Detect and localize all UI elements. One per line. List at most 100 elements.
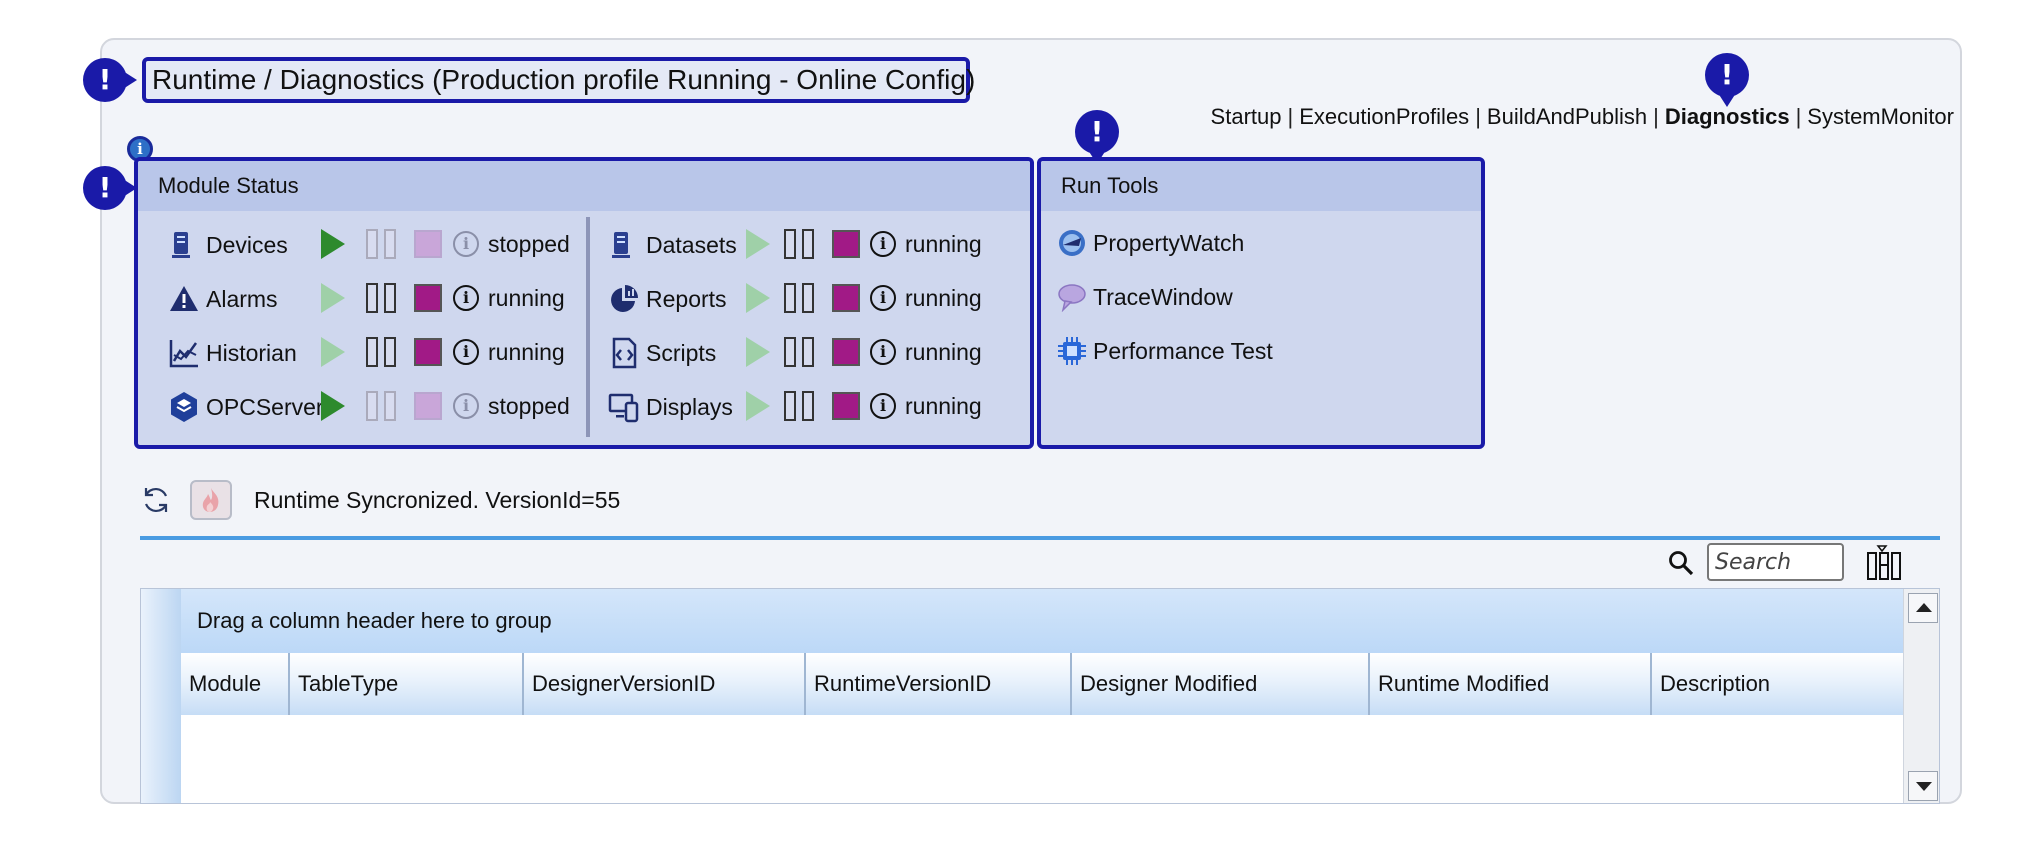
nav-item-startup[interactable]: Startup	[1211, 104, 1282, 130]
page-title: Runtime / Diagnostics (Production profil…	[142, 57, 975, 103]
module-name: Alarms	[206, 285, 278, 312]
column-header-runtime-modified[interactable]: Runtime Modified	[1370, 653, 1652, 715]
play-button[interactable]	[321, 337, 345, 367]
run-tool-label: Performance Test	[1093, 337, 1273, 364]
breadcrumb-nav: Startup | ExecutionProfiles | BuildAndPubl…	[1200, 102, 1954, 132]
nav-item-systemmonitor[interactable]: SystemMonitor	[1807, 104, 1954, 130]
module-row-datasets: Datasets i running	[608, 225, 1028, 265]
grid-row-indicator-strip	[141, 589, 181, 803]
module-state: stopped	[488, 393, 570, 419]
nav-item-diagnostics[interactable]: Diagnostics	[1665, 104, 1790, 130]
module-row-historian: Historian i running	[168, 333, 588, 373]
play-button[interactable]	[746, 391, 770, 421]
scroll-up-button[interactable]	[1908, 593, 1938, 623]
pause-button[interactable]	[784, 229, 814, 259]
info-icon[interactable]: i	[870, 339, 896, 365]
info-icon[interactable]: i	[453, 339, 479, 365]
search-icon[interactable]	[1667, 549, 1695, 577]
sync-status-row: Runtime Syncronized. VersionId=55	[140, 478, 620, 522]
column-header-runtimeversionid[interactable]: RuntimeVersionID	[806, 653, 1072, 715]
module-status-header: Module Status	[138, 161, 1030, 211]
module-state: running	[905, 285, 982, 311]
nav-separator: |	[1653, 104, 1659, 129]
module-row-opcserver: OPCServer i stopped	[168, 387, 588, 427]
module-row-reports: Reports i running	[608, 279, 1028, 319]
reports-pie-icon	[611, 285, 638, 312]
column-header-designerversionid[interactable]: DesignerVersionID	[524, 653, 806, 715]
play-button[interactable]	[321, 229, 345, 259]
column-header-tabletype[interactable]: TableType	[290, 653, 524, 715]
nav-item-buildandpublish[interactable]: BuildAndPublish	[1487, 104, 1647, 130]
info-icon[interactable]: i	[453, 393, 479, 419]
info-icon[interactable]: i	[870, 231, 896, 257]
stop-button[interactable]	[832, 338, 860, 366]
module-name: Displays	[646, 393, 733, 420]
module-state: stopped	[488, 231, 570, 257]
run-tool-tracewindow[interactable]: TraceWindow	[1057, 279, 1233, 315]
module-name: Scripts	[646, 339, 717, 366]
stop-button[interactable]	[414, 338, 442, 366]
module-status-panel: Module Status Devices i stopped Alarms i…	[134, 157, 1034, 449]
module-row-alarms: Alarms i running	[168, 279, 588, 319]
callout-run-tools-icon: !	[1075, 110, 1119, 164]
performance-chip-icon	[1058, 337, 1086, 365]
run-tool-performance-test[interactable]: Performance Test	[1057, 333, 1273, 369]
pause-button[interactable]	[784, 337, 814, 367]
module-name: Reports	[646, 285, 727, 312]
module-name: OPCServer	[206, 393, 324, 420]
nav-item-executionprofiles[interactable]: ExecutionProfiles	[1299, 104, 1469, 130]
play-button[interactable]	[746, 229, 770, 259]
play-button[interactable]	[321, 283, 345, 313]
stop-button[interactable]	[832, 284, 860, 312]
hot-reload-button[interactable]	[190, 480, 232, 520]
pause-button[interactable]	[784, 391, 814, 421]
run-tools-header: Run Tools	[1041, 161, 1481, 211]
pause-button[interactable]	[784, 283, 814, 313]
nav-separator: |	[1287, 104, 1294, 129]
search-input[interactable]	[1707, 543, 1844, 581]
grid-header-row: Module TableType DesignerVersionID Runti…	[181, 653, 1903, 715]
stop-button[interactable]	[832, 392, 860, 420]
play-button[interactable]	[746, 283, 770, 313]
alarm-warning-icon	[170, 286, 198, 311]
column-header-designer-modified[interactable]: Designer Modified	[1072, 653, 1370, 715]
module-name: Datasets	[646, 231, 737, 258]
refresh-icon[interactable]	[140, 484, 172, 516]
section-divider	[140, 536, 1940, 540]
run-tool-propertywatch[interactable]: PropertyWatch	[1057, 225, 1244, 261]
module-state: running	[905, 231, 982, 257]
column-chooser-icon[interactable]	[1866, 545, 1902, 581]
historian-chart-icon	[169, 340, 198, 368]
stop-button[interactable]	[414, 392, 442, 420]
vertical-scrollbar[interactable]	[1903, 589, 1939, 803]
play-button[interactable]	[746, 337, 770, 367]
column-header-module[interactable]: Module	[181, 653, 290, 715]
module-row-displays: Displays i running	[608, 387, 1028, 427]
info-icon[interactable]: i	[870, 393, 896, 419]
opc-server-icon	[171, 392, 197, 422]
info-icon[interactable]: i	[453, 231, 479, 257]
module-state: running	[905, 339, 982, 365]
devices-icon	[172, 232, 190, 258]
pause-button[interactable]	[366, 229, 396, 259]
run-tool-label: PropertyWatch	[1093, 229, 1245, 256]
info-icon[interactable]: i	[870, 285, 896, 311]
stop-button[interactable]	[832, 230, 860, 258]
callout-title-icon: !	[83, 58, 137, 102]
column-header-description[interactable]: Description	[1652, 653, 1903, 715]
displays-devices-icon	[608, 393, 639, 423]
callout-nav-icon: !	[1705, 53, 1749, 107]
sync-status-text: Runtime Syncronized. VersionId=55	[254, 486, 621, 513]
pause-button[interactable]	[366, 391, 396, 421]
module-state: running	[488, 339, 565, 365]
info-icon[interactable]: i	[453, 285, 479, 311]
run-tools-panel: Run Tools PropertyWatch TraceWindow Perf…	[1037, 157, 1485, 449]
play-button[interactable]	[321, 391, 345, 421]
pause-button[interactable]	[366, 337, 396, 367]
nav-separator: |	[1795, 104, 1802, 129]
stop-button[interactable]	[414, 230, 442, 258]
stop-button[interactable]	[414, 284, 442, 312]
pause-button[interactable]	[366, 283, 396, 313]
group-drop-zone[interactable]: Drag a column header here to group	[181, 589, 1903, 653]
scroll-down-button[interactable]	[1908, 771, 1938, 801]
